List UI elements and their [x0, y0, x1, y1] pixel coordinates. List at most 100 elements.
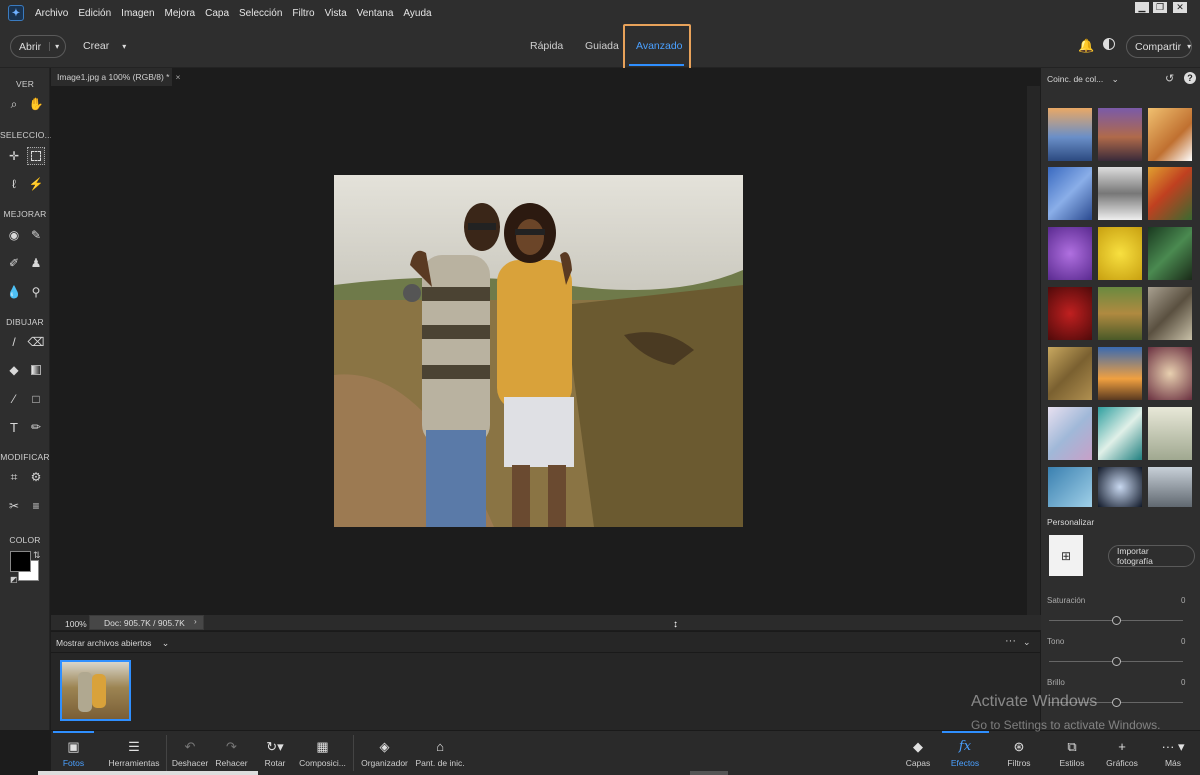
more-button[interactable]: ··· ▾ Más: [1161, 731, 1185, 775]
red-eye-icon[interactable]: ◉: [5, 226, 23, 244]
styles-button[interactable]: ⧉ Estilos: [1059, 731, 1084, 775]
blur-icon[interactable]: 💧: [5, 283, 23, 301]
home-screen-button[interactable]: ⌂ Pant. de inic.: [415, 731, 464, 775]
gradient-icon[interactable]: [27, 361, 45, 379]
style-thumbnail[interactable]: [1048, 347, 1092, 400]
layers-button[interactable]: ◆ Capas: [906, 731, 931, 775]
menu-ayuda[interactable]: Ayuda: [403, 8, 431, 19]
content-move-icon[interactable]: ✂: [5, 497, 23, 515]
tab-rapida[interactable]: Rápida: [530, 40, 563, 52]
chevron-right-icon[interactable]: ›: [194, 617, 197, 626]
style-thumbnail[interactable]: [1148, 347, 1192, 400]
menu-archivo[interactable]: Archivo: [35, 8, 68, 19]
shape-icon[interactable]: □: [27, 390, 45, 408]
tab-avanzado[interactable]: Avanzado: [636, 40, 683, 52]
style-thumbnail[interactable]: [1048, 287, 1092, 340]
photos-button[interactable]: ▣ Fotos: [53, 731, 94, 775]
graphics-button[interactable]: + Gráficos: [1106, 731, 1138, 775]
chevron-down-icon[interactable]: ⌄: [1023, 637, 1031, 648]
more-icon[interactable]: ···: [1005, 635, 1016, 647]
tab-guiada[interactable]: Guiada: [585, 40, 619, 52]
style-thumbnail[interactable]: [1048, 467, 1092, 507]
effects-button[interactable]: fx Efectos: [949, 731, 981, 775]
swap-colors-icon[interactable]: ⇅: [33, 550, 41, 561]
foreground-color-swatch[interactable]: [10, 551, 31, 572]
straighten-icon[interactable]: ≡: [27, 497, 45, 515]
menu-filtro[interactable]: Filtro: [292, 8, 314, 19]
saturation-slider[interactable]: [1049, 616, 1183, 625]
recompose-icon[interactable]: ⚙: [27, 468, 45, 486]
paint-bucket-icon[interactable]: ◆: [5, 361, 23, 379]
bin-thumbnail[interactable]: [60, 660, 131, 721]
hand-icon[interactable]: ✋: [27, 95, 45, 113]
healing-brush-icon[interactable]: ✎: [27, 226, 45, 244]
layout-button[interactable]: ▦ Composici...: [299, 731, 346, 775]
default-colors-icon[interactable]: ◩: [10, 575, 18, 584]
menu-seleccion[interactable]: Selección: [239, 8, 282, 19]
undo-button[interactable]: ↶ Deshacer: [172, 731, 208, 775]
organizer-button[interactable]: ◈ Organizador: [361, 731, 408, 775]
document-tab[interactable]: Image1.jpg a 100% (RGB/8) * ×: [51, 68, 180, 86]
canvas-area[interactable]: Image1.jpg a 100% (RGB/8) * ×: [51, 68, 1041, 630]
menu-imagen[interactable]: Imagen: [121, 8, 154, 19]
style-thumbnail[interactable]: [1048, 407, 1092, 460]
brush-icon[interactable]: /: [5, 333, 23, 351]
sponge-icon[interactable]: ⚲: [27, 283, 45, 301]
canvas-vertical-scrollbar[interactable]: [1027, 86, 1040, 629]
magic-wand-icon[interactable]: ⚡: [27, 175, 45, 193]
slider-knob[interactable]: [1112, 657, 1121, 666]
help-icon[interactable]: ?: [1184, 72, 1196, 84]
style-thumbnail[interactable]: [1148, 167, 1192, 220]
slider-knob[interactable]: [1112, 616, 1121, 625]
slider-knob[interactable]: [1112, 698, 1121, 707]
style-thumbnail[interactable]: [1148, 287, 1192, 340]
clone-stamp-icon[interactable]: ♟: [27, 254, 45, 272]
close-tab-icon[interactable]: ×: [175, 72, 180, 82]
chevron-down-icon[interactable]: ▾: [49, 42, 59, 51]
style-thumbnail[interactable]: [1098, 347, 1142, 400]
menu-ventana[interactable]: Ventana: [357, 8, 394, 19]
style-thumbnail[interactable]: [1148, 467, 1192, 507]
style-thumbnail[interactable]: [1098, 167, 1142, 220]
type-icon[interactable]: T: [5, 418, 23, 436]
menu-edicion[interactable]: Edición: [78, 8, 111, 19]
style-thumbnail[interactable]: [1048, 108, 1092, 161]
eyedropper-icon[interactable]: ⁄: [5, 390, 23, 408]
minimize-icon[interactable]: ▁: [1135, 2, 1149, 13]
restore-icon[interactable]: ❐: [1153, 2, 1167, 13]
match-color-dropdown[interactable]: Coinc. de col... ⌄: [1047, 74, 1119, 85]
style-thumbnail[interactable]: [1048, 167, 1092, 220]
style-thumbnail[interactable]: [1148, 227, 1192, 280]
theme-contrast-icon[interactable]: [1103, 38, 1115, 50]
document-photo[interactable]: [334, 175, 743, 527]
import-photo-button[interactable]: Importar fotografía: [1108, 545, 1195, 567]
style-thumbnail[interactable]: [1148, 108, 1192, 161]
bin-show-open-files[interactable]: Mostrar archivos abiertos ⌄: [56, 638, 169, 649]
style-thumbnail[interactable]: [1148, 407, 1192, 460]
share-button[interactable]: Compartir ▾: [1126, 35, 1192, 58]
create-button[interactable]: Crear ▾: [83, 40, 126, 52]
style-thumbnail[interactable]: [1098, 108, 1142, 161]
menu-mejora[interactable]: Mejora: [165, 8, 196, 19]
style-thumbnail[interactable]: [1098, 287, 1142, 340]
lasso-icon[interactable]: ℓ: [5, 175, 23, 193]
marquee-icon[interactable]: [27, 147, 45, 165]
menu-capa[interactable]: Capa: [205, 8, 229, 19]
reset-icon[interactable]: ↺: [1165, 72, 1174, 85]
style-thumbnail[interactable]: [1098, 467, 1142, 507]
style-thumbnail[interactable]: [1048, 227, 1092, 280]
filters-button[interactable]: ⊛ Filtros: [1007, 731, 1031, 775]
open-button[interactable]: Abrir ▾: [10, 35, 66, 58]
eraser-icon[interactable]: ⌫: [27, 333, 45, 351]
zoom-icon[interactable]: ⌕: [5, 95, 23, 113]
tone-slider[interactable]: [1049, 657, 1183, 666]
redo-button[interactable]: ↷ Rehacer: [214, 731, 249, 775]
rotate-button[interactable]: ↻▾ Rotar: [263, 731, 287, 775]
bell-icon[interactable]: 🔔: [1078, 38, 1094, 54]
tool-options-button[interactable]: ☰ Herramientas: [106, 731, 162, 775]
smart-brush-icon[interactable]: ✐: [5, 254, 23, 272]
crop-icon[interactable]: ⌗: [5, 468, 23, 486]
pencil-icon[interactable]: ✏: [27, 418, 45, 436]
style-thumbnail[interactable]: [1098, 407, 1142, 460]
style-thumbnail[interactable]: [1098, 227, 1142, 280]
